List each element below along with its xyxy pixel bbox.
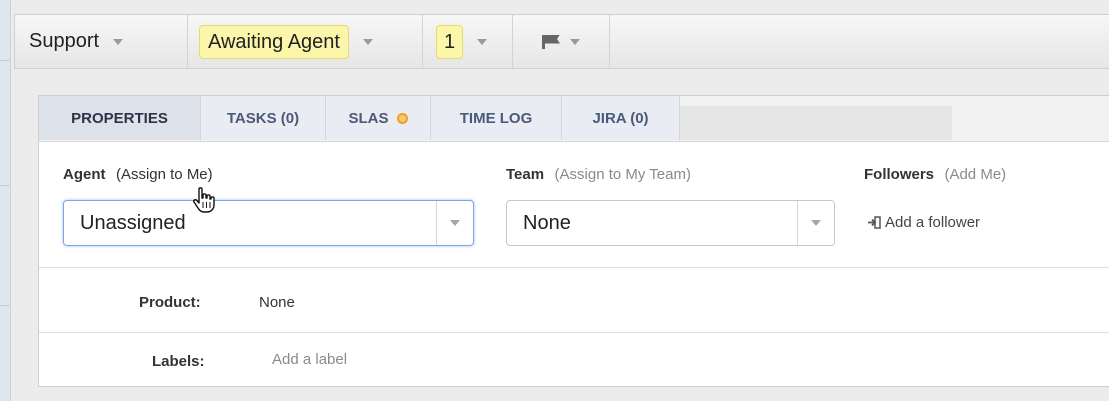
tab-time-log[interactable]: TIME LOG [431,96,562,140]
product-label-text: Product: [139,294,201,311]
agent-field-header: Agent (Assign to Me) [63,166,213,184]
labels-label: Labels: [152,353,205,371]
chevron-down-icon [798,220,834,226]
tab-bar-filler [680,106,952,140]
tab-label: TIME LOG [459,109,533,127]
product-value[interactable]: None [259,294,295,312]
tab-bar: PROPERTIES TASKS (0) SLAS TIME LOG JIRA … [39,96,1109,142]
tab-label: JIRA (0) [592,109,649,127]
followers-field-header: Followers (Add Me) [864,166,1006,184]
assign-to-my-team-link[interactable]: (Assign to My Team) [555,166,691,183]
team-select-value: None [523,211,571,234]
department-label: Support [29,30,100,52]
add-follower-link[interactable]: Add a follower [867,214,980,231]
product-label: Product: [139,294,201,312]
chevron-down-icon [362,38,373,45]
flag-icon [542,34,560,49]
flag-dropdown[interactable] [512,15,610,68]
ticket-toolbar: Support Awaiting Agent 1 [14,14,1109,69]
add-me-link[interactable]: (Add Me) [944,166,1006,183]
team-select[interactable]: None [506,200,835,246]
sla-status-dot-icon [396,112,408,124]
labels-label-text: Labels: [152,353,205,370]
chevron-down-icon [113,38,124,45]
chevron-down-icon [477,38,488,45]
tab-jira[interactable]: JIRA (0) [562,96,680,140]
sign-in-icon [868,216,881,229]
row-divider [39,332,1109,333]
followers-label: Followers [864,166,935,183]
add-label-placeholder: Add a label [272,351,348,368]
add-follower-text: Add a follower [885,214,981,231]
tab-label: SLAS [348,109,389,127]
agent-label: Agent [63,166,106,183]
agent-select[interactable]: Unassigned [63,200,474,246]
row-divider [39,267,1109,268]
chevron-down-icon [437,220,473,226]
chevron-down-icon [570,38,580,45]
team-field-header: Team (Assign to My Team) [506,166,691,184]
assign-to-me-link[interactable]: (Assign to Me) [116,166,213,183]
urgency-badge: 1 [436,24,464,59]
add-label-input[interactable]: Add a label [272,351,347,369]
department-dropdown[interactable]: Support [15,15,188,68]
status-dropdown[interactable]: Awaiting Agent [187,15,423,68]
hand-pointer-cursor-icon [193,187,215,213]
status-badge: Awaiting Agent [199,24,349,59]
team-label: Team [506,166,545,183]
left-edge-strip [0,0,11,401]
tab-slas[interactable]: SLAS [326,96,431,140]
tab-label: PROPERTIES [71,109,168,127]
tab-tasks[interactable]: TASKS (0) [201,96,326,140]
properties-panel: PROPERTIES TASKS (0) SLAS TIME LOG JIRA … [38,95,1109,387]
urgency-dropdown[interactable]: 1 [422,15,513,68]
product-value-text: None [259,294,295,311]
tab-properties[interactable]: PROPERTIES [39,96,201,140]
tab-label: TASKS (0) [226,109,300,127]
agent-select-value: Unassigned [80,211,186,234]
